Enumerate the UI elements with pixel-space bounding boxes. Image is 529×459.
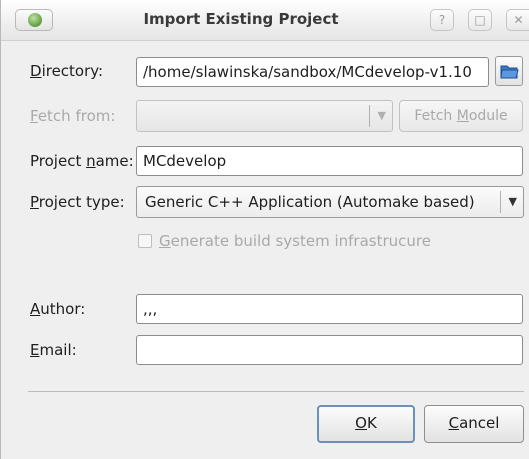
close-icon: ✕ xyxy=(513,13,524,27)
fetch-from-label: Fetch from: xyxy=(30,107,116,125)
chevron-down-icon: ▼ xyxy=(508,195,517,208)
author-label: Author: xyxy=(30,300,86,318)
combo-separator xyxy=(500,191,501,213)
email-input[interactable] xyxy=(136,335,523,365)
project-type-label: Project type: xyxy=(30,193,125,211)
help-button[interactable]: ? xyxy=(430,9,454,31)
combo-separator xyxy=(369,105,370,127)
cancel-button[interactable]: Cancel xyxy=(424,405,524,443)
email-label: Email: xyxy=(30,341,77,359)
button-divider xyxy=(28,391,524,392)
generate-build-system-label: Generate build system infrastrucure xyxy=(159,232,431,250)
title-bar: Import Existing Project ? □ ✕ xyxy=(1,0,529,41)
project-name-label: Project name: xyxy=(30,152,134,170)
project-name-input[interactable]: MCdevelop xyxy=(136,146,523,176)
fetch-from-combobox[interactable]: ▼ xyxy=(136,100,393,132)
ok-button[interactable]: OK xyxy=(317,405,415,443)
folder-open-icon xyxy=(500,65,519,79)
author-input[interactable]: ,,, xyxy=(136,294,523,324)
chevron-down-icon: ▼ xyxy=(377,109,386,122)
generate-build-system-checkbox[interactable] xyxy=(138,234,152,248)
project-type-combobox[interactable]: Generic C++ Application (Automake based)… xyxy=(136,186,524,218)
maximize-icon: □ xyxy=(474,13,486,27)
browse-directory-button[interactable] xyxy=(495,56,523,86)
import-project-dialog: Import Existing Project ? □ ✕ Directory:… xyxy=(0,0,529,459)
maximize-button[interactable]: □ xyxy=(468,9,492,31)
help-icon: ? xyxy=(438,13,446,27)
directory-input[interactable]: /home/slawinska/sandbox/MCdevelop-v1.10 xyxy=(136,57,489,87)
close-button[interactable]: ✕ xyxy=(506,9,529,31)
project-type-value: Generic C++ Application (Automake based) xyxy=(145,193,475,211)
directory-label: Directory: xyxy=(30,62,104,80)
fetch-module-button[interactable]: Fetch Module xyxy=(399,100,523,132)
window-title: Import Existing Project xyxy=(143,10,339,28)
